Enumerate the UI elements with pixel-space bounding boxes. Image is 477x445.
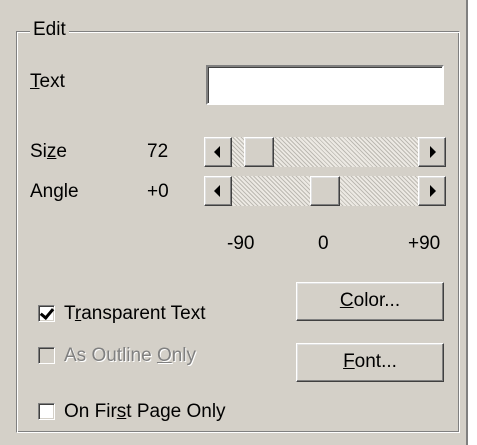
transparent-text-checkbox[interactable] — [38, 304, 55, 322]
angle-slider-right-arrow[interactable] — [418, 176, 446, 206]
angle-tick-mid: 0 — [318, 233, 329, 254]
on-first-page-only-label[interactable]: On First Page Only — [64, 400, 226, 424]
angle-tick-min: -90 — [227, 233, 255, 254]
angle-slider-thumb[interactable] — [310, 176, 340, 206]
size-value: 72 — [147, 141, 169, 162]
watermark-edit-panel: Edit Text Size 72 Angle +0 -90 0 +90 Tra… — [0, 0, 468, 445]
angle-slider-left-arrow[interactable] — [204, 176, 232, 206]
left-arrow-icon — [214, 185, 220, 197]
right-arrow-icon — [430, 185, 436, 197]
angle-label: Angle — [30, 181, 79, 202]
group-title: Edit — [30, 19, 69, 41]
left-arrow-icon — [214, 146, 220, 158]
font-button[interactable]: Font... — [296, 343, 444, 382]
size-slider-left-arrow[interactable] — [204, 137, 232, 167]
size-slider[interactable] — [204, 137, 446, 167]
text-input[interactable] — [206, 65, 444, 105]
angle-slider[interactable] — [204, 176, 446, 206]
text-label: Text — [30, 71, 65, 92]
as-outline-only-checkbox — [38, 347, 55, 364]
checkmark-icon — [39, 304, 55, 321]
size-slider-thumb[interactable] — [244, 137, 274, 167]
size-slider-right-arrow[interactable] — [418, 137, 446, 167]
angle-tick-max: +90 — [408, 233, 441, 254]
on-first-page-only-checkbox[interactable] — [38, 403, 55, 420]
color-button[interactable]: Color... — [296, 282, 444, 321]
size-label: Size — [30, 141, 67, 162]
angle-value: +0 — [147, 181, 169, 202]
right-arrow-icon — [430, 146, 436, 158]
transparent-text-label[interactable]: Transparent Text — [64, 302, 206, 326]
as-outline-only-label: As Outline Only — [64, 345, 197, 366]
